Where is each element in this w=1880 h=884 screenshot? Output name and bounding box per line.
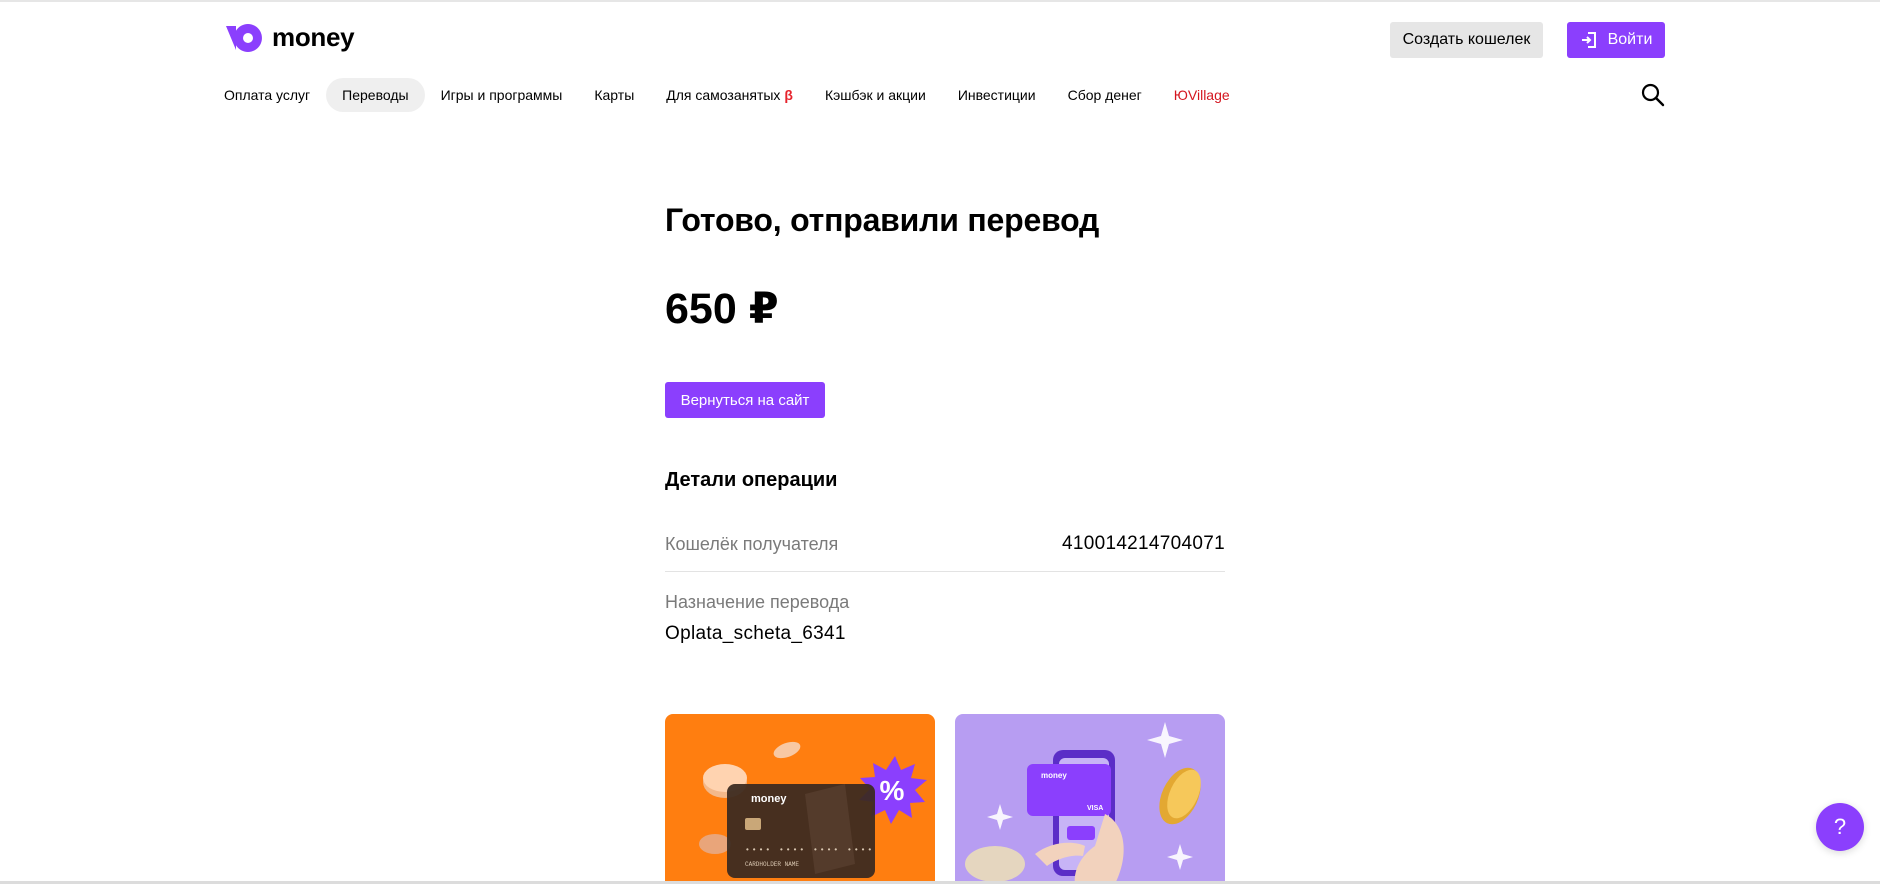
- top-divider: [0, 0, 1880, 2]
- back-to-site-button[interactable]: Вернуться на сайт: [665, 382, 825, 418]
- promo-card-cashback[interactable]: % money CARDHOLDER NAME •••• •••• •••• •…: [665, 714, 935, 884]
- create-wallet-button[interactable]: Создать кошелек: [1390, 22, 1543, 58]
- nav-item-investments[interactable]: Инвестиции: [942, 78, 1052, 112]
- logo-text: money: [272, 22, 355, 52]
- main-nav: Оплата услуг Переводы Игры и программы К…: [224, 78, 1246, 112]
- search-icon[interactable]: [1640, 82, 1666, 108]
- details-title: Детали операции: [665, 469, 838, 491]
- card2-brand: money: [1041, 771, 1067, 780]
- card2-network: VISA: [1087, 805, 1103, 812]
- nav-item-fundraising[interactable]: Сбор денег: [1052, 78, 1158, 112]
- transfer-amount: 650 ₽: [665, 285, 779, 333]
- page-title: Готово, отправили перевод: [665, 202, 1100, 238]
- login-label: Войти: [1607, 31, 1653, 48]
- transfer-purpose-row: Назначение перевода Oplata_scheta_6341: [665, 590, 1225, 646]
- card1-brand: money: [751, 793, 787, 805]
- nav-item-services[interactable]: Оплата услуг: [224, 78, 326, 112]
- beta-badge: β: [784, 87, 793, 103]
- card1-holder: CARDHOLDER NAME: [745, 861, 799, 868]
- login-button[interactable]: Войти: [1567, 22, 1665, 58]
- recipient-wallet-label: Кошелёк получателя: [665, 534, 839, 554]
- nav-item-yuvillage[interactable]: ЮVillage: [1158, 78, 1246, 112]
- promo-card-illustration: % money CARDHOLDER NAME •••• •••• •••• •…: [699, 741, 927, 878]
- promo-card-illustration: money VISA: [965, 722, 1201, 884]
- recipient-wallet-row: Кошелёк получателя 410014214704071: [665, 532, 1225, 572]
- login-arrow-icon: [1581, 32, 1596, 48]
- yoomoney-logo-icon: [226, 23, 262, 52]
- nav-item-self-employed[interactable]: Для самозанятых β: [650, 78, 809, 112]
- help-button[interactable]: ?: [1816, 803, 1864, 851]
- nav-item-cashback[interactable]: Кэшбэк и акции: [809, 78, 942, 112]
- svg-text:•••• •••• •••• ••••: •••• •••• •••• ••••: [745, 846, 874, 855]
- transfer-purpose-value: Oplata_scheta_6341: [665, 623, 846, 644]
- nav-item-games[interactable]: Игры и программы: [425, 78, 579, 112]
- yoomoney-logo[interactable]: money: [224, 22, 355, 53]
- nav-item-cards[interactable]: Карты: [578, 78, 650, 112]
- card1-badge: %: [880, 775, 905, 806]
- nav-item-transfers[interactable]: Переводы: [326, 78, 425, 112]
- nav-item-self-employed-label: Для самозанятых: [666, 87, 781, 103]
- transfer-purpose-label: Назначение перевода: [665, 592, 850, 612]
- transfer-result: Готово, отправили перевод 650 ₽ Вернутьс…: [665, 196, 1225, 884]
- promo-card-virtual-card[interactable]: money VISA: [955, 714, 1225, 884]
- recipient-wallet-value: 410014214704071: [1061, 533, 1225, 554]
